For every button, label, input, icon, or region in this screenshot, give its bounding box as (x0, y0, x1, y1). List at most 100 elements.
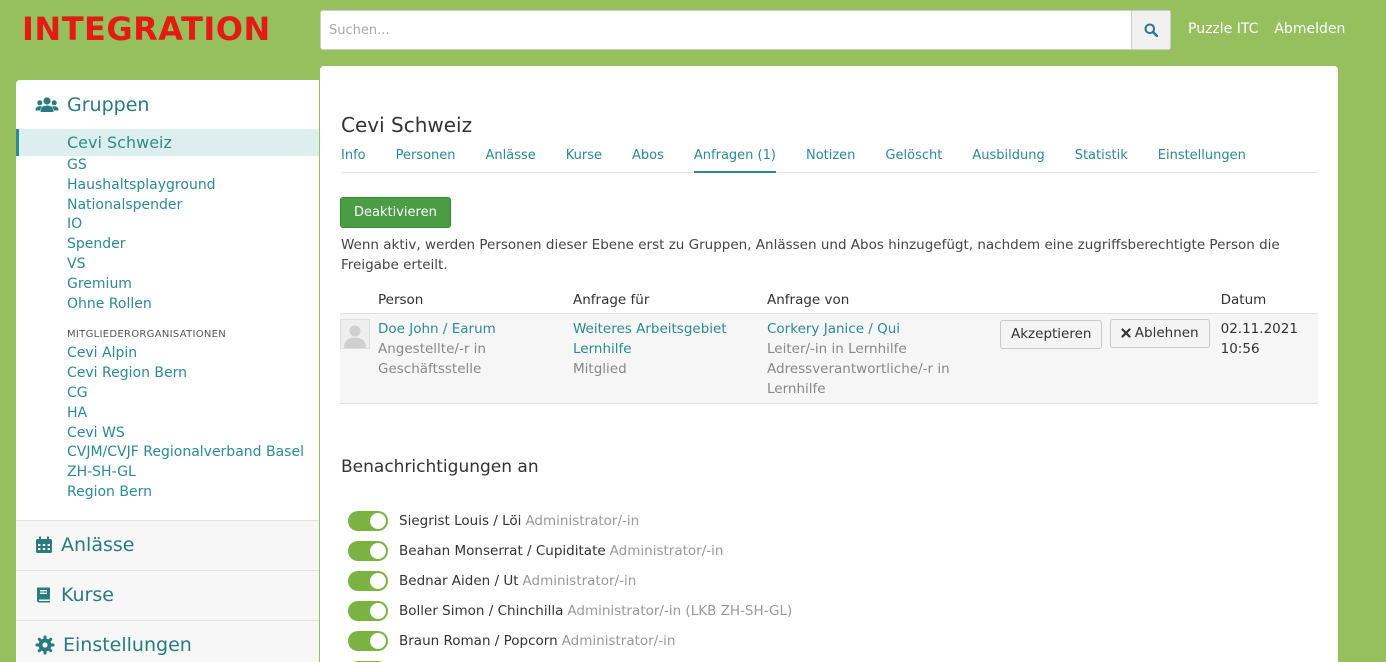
request-date: 02.11.2021 (1220, 320, 1298, 337)
tab-anlaesse[interactable]: Anlässe (486, 148, 536, 173)
notification-toggle[interactable] (348, 541, 388, 561)
tab-info[interactable]: Info (341, 148, 366, 173)
sidebar-item-cevi-ws[interactable]: Cevi WS (16, 424, 319, 444)
col-anfrage-fuer: Anfrage für (569, 287, 763, 314)
notifications-heading: Benachrichtigungen an (341, 457, 539, 477)
notification-role: Administrator/-in (561, 633, 676, 649)
avatar (340, 318, 370, 349)
notification-person: Siegrist Louis / Löi (399, 513, 522, 529)
requester-link[interactable]: Corkery Janice / Qui (767, 319, 992, 339)
tab-anfragen[interactable]: Anfragen (1) (693, 148, 776, 173)
sidebar-item-cg[interactable]: CG (16, 384, 319, 404)
tab-abos[interactable]: Abos (632, 148, 664, 173)
member-orgs-heading: MITGLIEDERORGANISATIONEN (67, 329, 227, 341)
sidebar-section-kurse[interactable]: Kurse (16, 571, 319, 620)
tab-ausbildung[interactable]: Ausbildung (972, 148, 1044, 173)
tab-notizen[interactable]: Notizen (806, 148, 855, 173)
request-role: Mitglied (573, 360, 627, 377)
accept-button[interactable]: Akzeptieren (1000, 319, 1103, 349)
sidebar-anlaesse-label: Anlässe (61, 534, 135, 557)
notification-person: Beahan Monserrat / Cupiditate (399, 543, 606, 559)
col-actions (996, 287, 1217, 314)
search-icon (1144, 23, 1158, 37)
sidebar-item-cevi-alpin[interactable]: Cevi Alpin (16, 344, 319, 364)
user-link[interactable]: Puzzle ITC (1188, 21, 1258, 37)
request-group-link[interactable]: Weiteres Arbeitsgebiet (573, 319, 759, 339)
notification-toggle[interactable] (348, 571, 388, 591)
sidebar-section-anlaesse[interactable]: Anlässe (16, 521, 319, 570)
deactivate-button[interactable]: Deaktivieren (340, 197, 451, 228)
notification-toggle[interactable] (348, 631, 388, 651)
page-title: Cevi Schweiz (341, 113, 473, 137)
sidebar-item-spender[interactable]: Spender (16, 235, 319, 255)
group-list: GS Haushaltsplayground Nationalspender I… (16, 156, 319, 314)
reject-button[interactable]: Ablehnen (1109, 318, 1210, 348)
tab-geloescht[interactable]: Gelöscht (885, 148, 942, 173)
sidebar-section-einstellungen[interactable]: Einstellungen (16, 621, 319, 662)
reject-button-label: Ablehnen (1134, 325, 1199, 341)
notification-toggle[interactable] (348, 601, 388, 621)
list-item: Beahan Monserrat / Cupiditate Administra… (348, 536, 792, 566)
notification-role: Administrator/-in (522, 573, 637, 589)
sidebar-item-ohne-rollen[interactable]: Ohne Rollen (16, 295, 319, 315)
notification-person: Boller Simon / Chinchilla (399, 603, 564, 619)
sidebar-kurse-label: Kurse (61, 584, 114, 607)
user-placeholder-icon (344, 325, 366, 348)
sidebar-item-cevi-region-bern[interactable]: Cevi Region Bern (16, 364, 319, 384)
notifications-list: Siegrist Louis / Löi Administrator/-in B… (348, 506, 792, 662)
tab-einstellungen[interactable]: Einstellungen (1158, 148, 1246, 173)
list-item: Bednar Aiden / Ut Administrator/-in (348, 566, 792, 596)
search-button[interactable] (1131, 11, 1170, 49)
tab-kurse[interactable]: Kurse (566, 148, 602, 173)
sidebar-item-vs[interactable]: VS (16, 255, 319, 275)
person-group: Geschäftsstelle (378, 360, 482, 377)
requester-role-3: Lernhilfe (767, 380, 826, 397)
accept-button-label: Akzeptieren (1011, 326, 1092, 342)
sidebar-gruppen-label: Gruppen (67, 93, 150, 116)
sidebar-bottom-sections: Anlässe Kurse Einstellungen (16, 519, 319, 662)
logout-link[interactable]: Abmelden (1274, 21, 1345, 37)
sidebar-item-region-bern[interactable]: Region Bern (16, 483, 319, 503)
notification-role: Administrator/-in (LKB ZH-SH-GL) (567, 603, 793, 619)
request-time: 10:56 (1220, 340, 1260, 357)
notification-role: Administrator/-in (525, 513, 640, 529)
app-logo[interactable]: INTEGRATION (22, 10, 271, 48)
col-avatar (340, 287, 374, 314)
person-link[interactable]: Doe John / Earum (378, 319, 565, 339)
list-item: Siegrist Louis / Löi Administrator/-in (348, 506, 792, 536)
header-links: Puzzle ITC Abmelden (1188, 21, 1345, 37)
requests-table: Person Anfrage für Anfrage von Datum Doe… (340, 287, 1318, 404)
search-bar (320, 10, 1171, 50)
tab-bar: Info Personen Anlässe Kurse Abos Anfrage… (341, 148, 1318, 173)
tab-statistik[interactable]: Statistik (1075, 148, 1128, 173)
list-item: Boller Simon / Chinchilla Administrator/… (348, 596, 792, 626)
tab-personen[interactable]: Personen (396, 148, 456, 173)
users-icon (35, 96, 59, 112)
sidebar-einstellungen-label: Einstellungen (63, 634, 192, 657)
col-anfrage-von: Anfrage von (763, 287, 996, 314)
requester-role-1: Leiter/-in in Lernhilfe (767, 340, 907, 357)
notification-person: Bednar Aiden / Ut (399, 573, 519, 589)
gear-icon (35, 635, 55, 655)
sidebar-item-io[interactable]: IO (16, 215, 319, 235)
requester-role-2: Adressverantwortliche/-r in (767, 360, 950, 377)
sidebar-item-nationalspender[interactable]: Nationalspender (16, 196, 319, 216)
request-group-sub-link[interactable]: Lernhilfe (573, 339, 759, 359)
sidebar-item-gs[interactable]: GS (16, 156, 319, 176)
sidebar-item-ha[interactable]: HA (16, 404, 319, 424)
book-icon (37, 587, 50, 603)
sidebar-section-gruppen[interactable]: Gruppen (16, 80, 319, 129)
sidebar-item-haushaltsplayground[interactable]: Haushaltsplayground (16, 176, 319, 196)
member-org-list: Cevi Alpin Cevi Region Bern CG HA Cevi W… (16, 344, 319, 502)
sidebar-item-cvjm-basel[interactable]: CVJM/CVJF Regionalverband Basel (16, 443, 319, 463)
list-item-partial (348, 656, 792, 662)
col-datum: Datum (1216, 287, 1318, 314)
search-input[interactable] (321, 11, 1131, 49)
notification-role: Administrator/-in (609, 543, 724, 559)
sidebar-item-zh-sh-gl[interactable]: ZH-SH-GL (16, 463, 319, 483)
sidebar-item-cevi-schweiz[interactable]: Cevi Schweiz (16, 129, 319, 156)
notification-toggle[interactable] (348, 511, 388, 531)
table-row: Doe John / Earum Angestellte/-r in Gesch… (340, 313, 1318, 404)
sidebar: Gruppen Cevi Schweiz GS Haushaltsplaygro… (16, 80, 319, 662)
sidebar-item-gremium[interactable]: Gremium (16, 275, 319, 295)
